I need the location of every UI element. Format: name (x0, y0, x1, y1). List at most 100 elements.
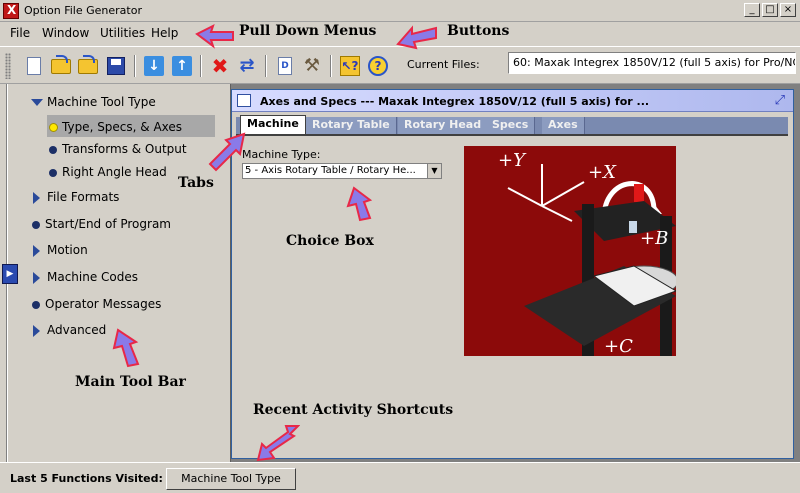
menu-file[interactable]: File (10, 26, 30, 40)
sidebar-item-operator-messages[interactable]: Operator Messages (32, 297, 162, 311)
x-axis-label: +X (588, 162, 617, 183)
expanded-icon (31, 99, 43, 106)
annotation-choice-box: Choice Box (286, 233, 374, 249)
collapsed-icon (33, 325, 40, 337)
machine-type-value: 5 - Axis Rotary Table / Rotary He... (245, 165, 416, 176)
help-query-icon: ↖? (340, 56, 360, 76)
refresh-icon: ⇄ (239, 55, 255, 76)
sidebar-item-label: Motion (47, 243, 88, 257)
help-button[interactable]: ? (366, 54, 390, 78)
sidebar-item-advanced[interactable]: Advanced (33, 323, 107, 337)
delete-button[interactable]: ✖ (208, 54, 232, 78)
move-up-button[interactable]: ↑ (170, 54, 194, 78)
menu-utilities[interactable]: Utilities (100, 26, 145, 40)
maximize-button[interactable]: □ (762, 3, 778, 17)
annotation-recent-activity: Recent Activity Shortcuts (253, 402, 454, 418)
annotation-arrow (396, 25, 437, 50)
annotation-buttons: Buttons (447, 23, 510, 39)
annotation-arrow (346, 186, 373, 222)
frame-title: Axes and Specs --- Maxak Integrex 1850V/… (260, 95, 650, 108)
recent-functions-label: Last 5 Functions Visited: (10, 472, 163, 485)
toolbar-separator (265, 55, 267, 77)
help-query-button[interactable]: ↖? (338, 54, 362, 78)
annotation-arrow (112, 328, 140, 368)
tools-icon: ⚒ (303, 55, 321, 76)
help-icon: ? (368, 56, 388, 76)
refresh-button[interactable]: ⇄ (235, 54, 259, 78)
sidebar-item-label: Right Angle Head (62, 165, 167, 179)
new-doc-button[interactable] (22, 54, 46, 78)
tab-underline (236, 134, 788, 136)
arrow-down-icon: ↓ (144, 56, 164, 76)
tools-button[interactable]: ⚒ (300, 54, 324, 78)
tab-rotary-head[interactable]: Rotary Head (398, 117, 489, 134)
annotation-arrow (208, 132, 246, 172)
sidebar-item-transforms-output[interactable]: Transforms & Output (49, 142, 187, 156)
annotation-arrow (195, 24, 234, 49)
sidebar-item-label: File Formats (47, 190, 120, 204)
document-icon: D (278, 57, 292, 75)
new-doc-icon (27, 57, 41, 75)
bullet-icon (49, 169, 57, 177)
selected-dot-icon (49, 123, 58, 132)
delete-icon: ✖ (211, 54, 229, 78)
sidebar-item-file-formats[interactable]: File Formats (33, 190, 120, 204)
y-axis-label: +Y (498, 150, 527, 171)
current-files-field[interactable]: 60: Maxak Integrex 1850V/12 (full 5 axis… (508, 52, 796, 74)
title-bar: Option File Generator _ □ × (0, 0, 800, 22)
annotation-main-tool-bar: Main Tool Bar (75, 374, 186, 390)
collapsed-icon (33, 192, 40, 204)
frame-title-bar[interactable]: Axes and Specs --- Maxak Integrex 1850V/… (232, 90, 793, 112)
menu-help[interactable]: Help (151, 26, 178, 40)
save-icon (107, 57, 125, 75)
sidebar-item-right-angle-head[interactable]: Right Angle Head (49, 165, 167, 179)
recent-function-button[interactable]: Machine Tool Type (166, 468, 296, 490)
sidebar-item-machine-tool-type[interactable]: Machine Tool Type (31, 95, 156, 109)
minimize-button[interactable]: _ (744, 3, 760, 17)
sidebar-item-label: Type, Specs, & Axes (62, 120, 183, 134)
sidebar-item-label: Advanced (47, 323, 107, 337)
toolbar-separator (134, 55, 136, 77)
save-button[interactable] (104, 54, 128, 78)
status-bar: Last 5 Functions Visited: Machine Tool T… (0, 462, 800, 493)
collapse-handle[interactable]: ▶ (2, 264, 18, 284)
tool-holder (629, 221, 637, 233)
bullet-icon (49, 146, 57, 154)
toolbar-separator (200, 55, 202, 77)
open-folder-icon (51, 54, 71, 74)
window-controls: _ □ × (744, 3, 796, 17)
sidebar-item-label: Machine Codes (47, 270, 139, 284)
app-icon (3, 3, 19, 19)
tab-machine[interactable]: Machine (240, 115, 306, 134)
menu-window[interactable]: Window (42, 26, 89, 40)
machine-type-label: Machine Type: (242, 148, 321, 161)
sidebar-item-type-specs-axes[interactable]: Type, Specs, & Axes (49, 120, 183, 134)
open-button[interactable] (49, 54, 73, 78)
tab-axes[interactable]: Axes (542, 117, 585, 134)
sidebar-item-machine-codes[interactable]: Machine Codes (33, 270, 139, 284)
sidebar-item-motion[interactable]: Motion (33, 243, 88, 257)
document-button[interactable]: D (273, 54, 297, 78)
frame-maximize-icon[interactable]: ⤢ (775, 93, 785, 108)
toolbar-grip[interactable] (5, 53, 11, 79)
sidebar-item-label: Transforms & Output (62, 142, 187, 156)
sidebar-item-label: Machine Tool Type (47, 95, 156, 109)
move-down-button[interactable]: ↓ (142, 54, 166, 78)
sidebar-item-start-end-program[interactable]: Start/End of Program (32, 217, 171, 231)
machine-type-select[interactable]: 5 - Axis Rotary Table / Rotary He... ▼ (242, 163, 442, 179)
toolbar-separator (330, 55, 332, 77)
collapsed-icon (33, 272, 40, 284)
annotation-arrow (256, 425, 300, 462)
tab-specs[interactable]: Specs (486, 117, 536, 134)
close-button[interactable]: × (780, 3, 796, 17)
frame-icon (237, 94, 251, 107)
c-axis-label: +C (604, 336, 633, 356)
tab-rotary-table[interactable]: Rotary Table (306, 117, 397, 134)
open-alt-button[interactable] (76, 54, 100, 78)
tab-bar: Machine Rotary Table Rotary Head Specs A… (236, 115, 788, 134)
arrow-up-icon: ↑ (172, 56, 192, 76)
b-axis-label: +B (640, 228, 668, 249)
red-marker (634, 184, 644, 202)
dropdown-arrow-icon[interactable]: ▼ (427, 164, 441, 178)
sidebar-item-label: Operator Messages (45, 297, 162, 311)
